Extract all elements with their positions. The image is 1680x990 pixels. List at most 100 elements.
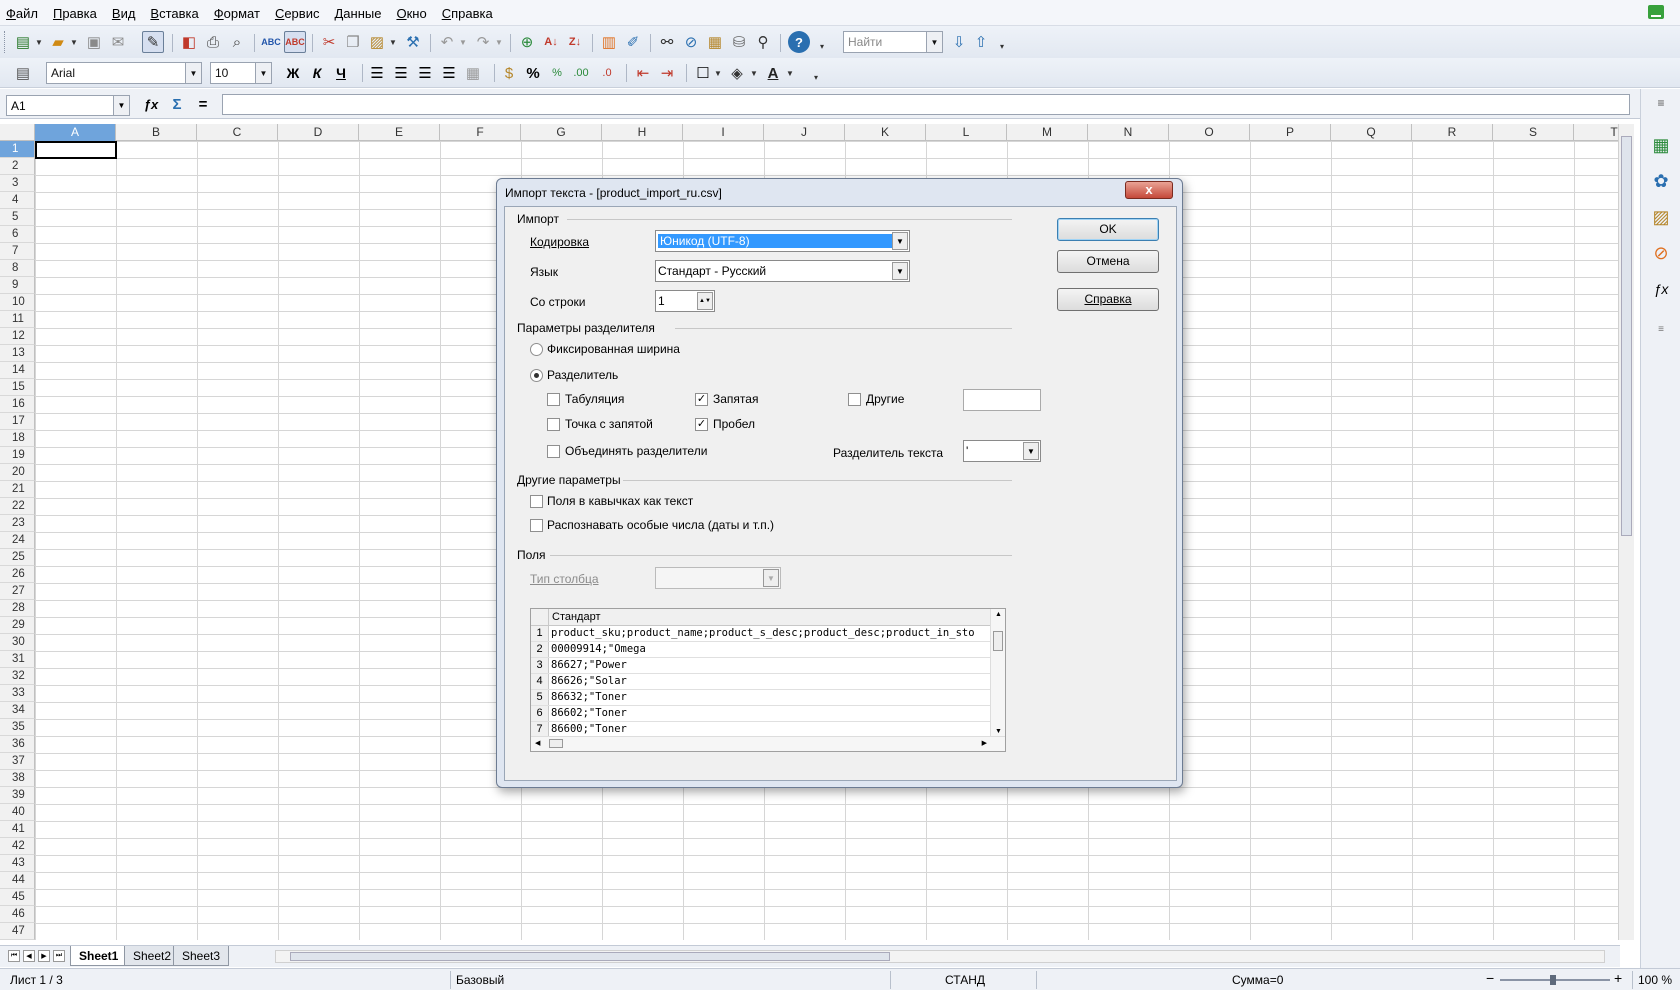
merge-delimiters-checkbox[interactable]: [547, 445, 560, 458]
row-header-14[interactable]: 14: [0, 362, 35, 379]
other-separator-input[interactable]: [963, 389, 1041, 411]
row-header-41[interactable]: 41: [0, 821, 35, 838]
delete-decimal-icon[interactable]: .0: [596, 62, 618, 84]
column-header-p[interactable]: P: [1250, 124, 1331, 141]
row-header-38[interactable]: 38: [0, 770, 35, 787]
active-cell-cursor[interactable]: [35, 141, 117, 159]
redo-dropdown-icon[interactable]: ▼: [495, 31, 503, 53]
detect-special-numbers-checkbox[interactable]: [530, 519, 543, 532]
select-all-corner[interactable]: [0, 124, 35, 141]
styles-icon[interactable]: ✿: [1649, 169, 1673, 193]
decrease-indent-icon[interactable]: ⇤: [632, 62, 654, 84]
preview-horizontal-scrollbar[interactable]: ◀ ▶: [531, 736, 1005, 751]
autospellcheck-icon[interactable]: ABC: [284, 31, 306, 53]
borders-icon[interactable]: ☐: [692, 62, 714, 84]
row-header-36[interactable]: 36: [0, 736, 35, 753]
background-dropdown-icon[interactable]: ▼: [750, 62, 758, 84]
sidebar-menu-icon[interactable]: ≡: [1649, 91, 1673, 115]
preview-row-number[interactable]: 1: [531, 626, 549, 641]
scroll-thumb[interactable]: [549, 739, 563, 748]
column-header-g[interactable]: G: [521, 124, 602, 141]
chevron-down-icon[interactable]: ▼: [113, 96, 129, 115]
menu-help[interactable]: Справка: [442, 6, 493, 21]
number-format-icon[interactable]: %: [546, 62, 568, 84]
sum-icon[interactable]: Σ: [166, 93, 188, 115]
ok-button[interactable]: OK: [1057, 218, 1159, 241]
find-input[interactable]: Найти ▼: [843, 31, 943, 53]
next-sheet-icon[interactable]: ▶: [38, 950, 50, 962]
align-left-icon[interactable]: ☰: [366, 62, 388, 84]
row-header-5[interactable]: 5: [0, 209, 35, 226]
row-header-25[interactable]: 25: [0, 549, 35, 566]
vertical-scrollbar[interactable]: [1618, 124, 1634, 940]
column-header-f[interactable]: F: [440, 124, 521, 141]
borders-dropdown-icon[interactable]: ▼: [714, 62, 722, 84]
row-header-19[interactable]: 19: [0, 447, 35, 464]
column-header-o[interactable]: O: [1169, 124, 1250, 141]
row-header-8[interactable]: 8: [0, 260, 35, 277]
data-sources-icon[interactable]: ⛁: [728, 31, 750, 53]
properties-icon[interactable]: ▦: [1649, 133, 1673, 157]
row-header-32[interactable]: 32: [0, 668, 35, 685]
row-header-16[interactable]: 16: [0, 396, 35, 413]
row-header-1[interactable]: 1: [0, 141, 35, 158]
merge-cells-icon[interactable]: ▦: [462, 62, 484, 84]
preview-row-number[interactable]: 2: [531, 642, 549, 657]
column-header-a[interactable]: A: [35, 124, 116, 141]
row-header-13[interactable]: 13: [0, 345, 35, 362]
row-header-31[interactable]: 31: [0, 651, 35, 668]
menu-view[interactable]: Вид: [112, 6, 136, 21]
other-checkbox[interactable]: [848, 393, 861, 406]
function-wizard-icon[interactable]: ƒx: [140, 93, 162, 115]
row-header-3[interactable]: 3: [0, 175, 35, 192]
column-header-i[interactable]: I: [683, 124, 764, 141]
align-right-icon[interactable]: ☰: [414, 62, 436, 84]
row-header-21[interactable]: 21: [0, 481, 35, 498]
edit-mode-icon[interactable]: ✎: [142, 31, 164, 53]
gallery-icon[interactable]: ▦: [704, 31, 726, 53]
chevron-down-icon[interactable]: ▼: [892, 262, 908, 280]
undo-dropdown-icon[interactable]: ▼: [459, 31, 467, 53]
menu-format[interactable]: Формат: [214, 6, 260, 21]
bold-button[interactable]: Ж: [282, 62, 304, 84]
row-header-45[interactable]: 45: [0, 889, 35, 906]
save-icon[interactable]: ▣: [83, 31, 105, 53]
scroll-thumb[interactable]: [290, 952, 890, 961]
language-select[interactable]: Стандарт - Русский ▼: [655, 260, 910, 282]
redo-icon[interactable]: ↷: [472, 31, 494, 53]
scroll-up-icon[interactable]: ▲: [995, 611, 1002, 618]
align-center-icon[interactable]: ☰: [390, 62, 412, 84]
row-header-33[interactable]: 33: [0, 685, 35, 702]
preview-table[interactable]: Стандарт 1 product_sku;product_name;produ…: [530, 608, 1006, 752]
print-preview-icon[interactable]: ⌕: [226, 31, 248, 53]
horizontal-scrollbar[interactable]: [275, 950, 1605, 963]
chevron-down-icon[interactable]: ▼: [926, 32, 942, 52]
sort-descending-icon[interactable]: Z↓: [564, 31, 586, 53]
column-type-select[interactable]: ▼: [655, 567, 781, 589]
column-header-s[interactable]: S: [1493, 124, 1574, 141]
preview-vertical-scrollbar[interactable]: ▲ ▼: [990, 609, 1005, 737]
column-header-n[interactable]: N: [1088, 124, 1169, 141]
column-header-d[interactable]: D: [278, 124, 359, 141]
toolbar-grip[interactable]: [4, 31, 7, 53]
row-header-17[interactable]: 17: [0, 413, 35, 430]
find-toolbar-options-icon[interactable]: ▾: [998, 35, 1006, 57]
name-box[interactable]: A1 ▼: [6, 95, 130, 116]
font-size-combo[interactable]: 10 ▼: [210, 62, 272, 84]
spellcheck-icon[interactable]: ABC: [260, 31, 282, 53]
paste-dropdown-icon[interactable]: ▼: [389, 31, 397, 53]
space-checkbox[interactable]: ✓: [695, 418, 708, 431]
chevron-down-icon[interactable]: ▼: [1023, 442, 1039, 460]
row-header-42[interactable]: 42: [0, 838, 35, 855]
preview-row-number[interactable]: 6: [531, 706, 549, 721]
row-header-12[interactable]: 12: [0, 328, 35, 345]
row-header-11[interactable]: 11: [0, 311, 35, 328]
menu-edit[interactable]: Правка: [53, 6, 97, 21]
row-header-2[interactable]: 2: [0, 158, 35, 175]
encoding-select[interactable]: Юникод (UTF-8) ▼: [655, 230, 910, 252]
functions-icon[interactable]: ƒx: [1649, 277, 1673, 301]
draw-functions-icon[interactable]: ✐: [622, 31, 644, 53]
new-document-icon[interactable]: ▤: [12, 31, 34, 53]
font-color-dropdown-icon[interactable]: ▼: [786, 62, 794, 84]
paste-icon[interactable]: ▨: [366, 31, 388, 53]
